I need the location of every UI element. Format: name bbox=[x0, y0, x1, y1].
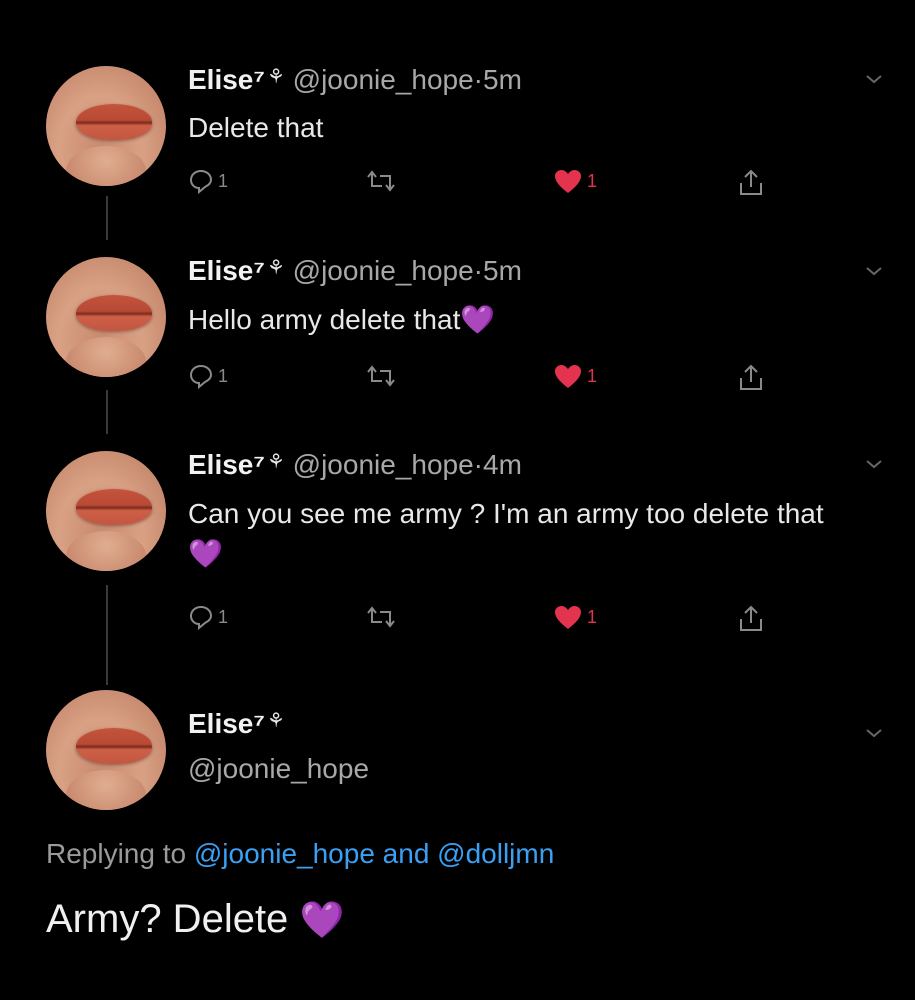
username-handle[interactable]: @joonie_hope bbox=[293, 255, 474, 286]
timestamp[interactable]: 5m bbox=[483, 255, 522, 286]
reply-button[interactable]: 1 bbox=[188, 363, 228, 389]
replying-and: and bbox=[382, 838, 430, 869]
display-name[interactable]: Elise⁷ bbox=[188, 255, 265, 286]
retweet-icon bbox=[367, 606, 395, 628]
separator-dot: · bbox=[473, 449, 483, 480]
display-name[interactable]: Elise⁷ bbox=[188, 708, 265, 739]
share-button[interactable] bbox=[736, 168, 766, 198]
retweet-button[interactable] bbox=[364, 168, 398, 194]
share-button[interactable] bbox=[736, 363, 766, 393]
reply-count: 1 bbox=[218, 170, 229, 191]
tweet[interactable]: Elise⁷ ⚘ @joonie_hope·5m Delete that 1 1 bbox=[0, 0, 915, 230]
separator-dot: · bbox=[473, 64, 483, 95]
reply-icon bbox=[189, 169, 213, 194]
replying-to: Replying to @joonie_hope and @dolljmn bbox=[46, 838, 555, 869]
thread-line bbox=[106, 390, 108, 434]
main-tweet-handle: @joonie_hope bbox=[188, 753, 369, 785]
avatar[interactable] bbox=[46, 451, 166, 571]
flower-badge-icon: ⚘ bbox=[266, 710, 285, 732]
tweet-header: Elise⁷ ⚘ @joonie_hope·5m bbox=[188, 255, 522, 287]
tweet-header: Elise⁷ ⚘ @joonie_hope·4m bbox=[188, 449, 522, 481]
retweet-icon bbox=[367, 170, 395, 192]
share-icon bbox=[740, 169, 762, 195]
chevron-down-icon[interactable] bbox=[865, 262, 883, 280]
main-tweet-text: Army? Delete 💜 bbox=[46, 897, 345, 941]
tweet-text: Can you see me army ? I'm an army too de… bbox=[188, 498, 824, 569]
display-name[interactable]: Elise⁷ bbox=[188, 449, 265, 480]
timestamp[interactable]: 5m bbox=[483, 64, 522, 95]
username-handle[interactable]: @joonie_hope bbox=[188, 753, 369, 784]
share-button[interactable] bbox=[736, 604, 766, 634]
username-handle[interactable]: @joonie_hope bbox=[293, 449, 474, 480]
mention-link[interactable]: @dolljmn bbox=[437, 838, 554, 869]
reply-count: 1 bbox=[218, 365, 229, 386]
like-icon bbox=[555, 170, 581, 193]
chevron-down-icon[interactable] bbox=[865, 70, 883, 88]
tweet-header: Elise⁷ ⚘ @joonie_hope·5m bbox=[188, 64, 522, 96]
display-name[interactable]: Elise⁷ bbox=[188, 64, 265, 95]
thread-line bbox=[106, 585, 108, 685]
flower-badge-icon: ⚘ bbox=[266, 451, 285, 473]
username-handle[interactable]: @joonie_hope bbox=[293, 64, 474, 95]
reply-icon bbox=[189, 364, 213, 389]
tweet-text: Delete that bbox=[188, 112, 324, 143]
tweet-actions: 1 1 bbox=[188, 168, 788, 202]
mention-link[interactable]: @joonie_hope bbox=[194, 838, 375, 869]
avatar[interactable] bbox=[46, 690, 166, 810]
like-icon bbox=[555, 365, 581, 388]
tweet-text: Hello army delete that💜 bbox=[188, 304, 496, 335]
tweet-actions: 1 1 bbox=[188, 604, 788, 638]
like-count: 1 bbox=[587, 365, 598, 386]
retweet-button[interactable] bbox=[364, 363, 398, 389]
flower-badge-icon: ⚘ bbox=[266, 66, 285, 88]
like-count: 1 bbox=[587, 606, 598, 627]
flower-badge-icon: ⚘ bbox=[266, 257, 285, 279]
like-button[interactable]: 1 bbox=[553, 604, 597, 630]
main-tweet-name: Elise⁷ ⚘ bbox=[188, 708, 285, 740]
like-button[interactable]: 1 bbox=[553, 363, 597, 389]
avatar[interactable] bbox=[46, 257, 166, 377]
chevron-down-icon[interactable] bbox=[865, 455, 883, 473]
like-count: 1 bbox=[587, 170, 598, 191]
like-button[interactable]: 1 bbox=[553, 168, 597, 194]
share-icon bbox=[740, 605, 762, 631]
timestamp[interactable]: 4m bbox=[483, 449, 522, 480]
retweet-icon bbox=[367, 365, 395, 387]
separator-dot: · bbox=[473, 255, 483, 286]
chevron-down-icon[interactable] bbox=[865, 724, 883, 742]
retweet-button[interactable] bbox=[364, 604, 398, 630]
reply-button[interactable]: 1 bbox=[188, 604, 228, 630]
purple-heart-emoji: 💜 bbox=[299, 899, 345, 940]
share-icon bbox=[740, 364, 762, 390]
avatar[interactable] bbox=[46, 66, 166, 186]
tweet-actions: 1 1 bbox=[188, 363, 788, 397]
reply-count: 1 bbox=[218, 606, 229, 627]
reply-icon bbox=[189, 605, 213, 630]
reply-button[interactable]: 1 bbox=[188, 168, 228, 194]
like-icon bbox=[555, 606, 581, 629]
